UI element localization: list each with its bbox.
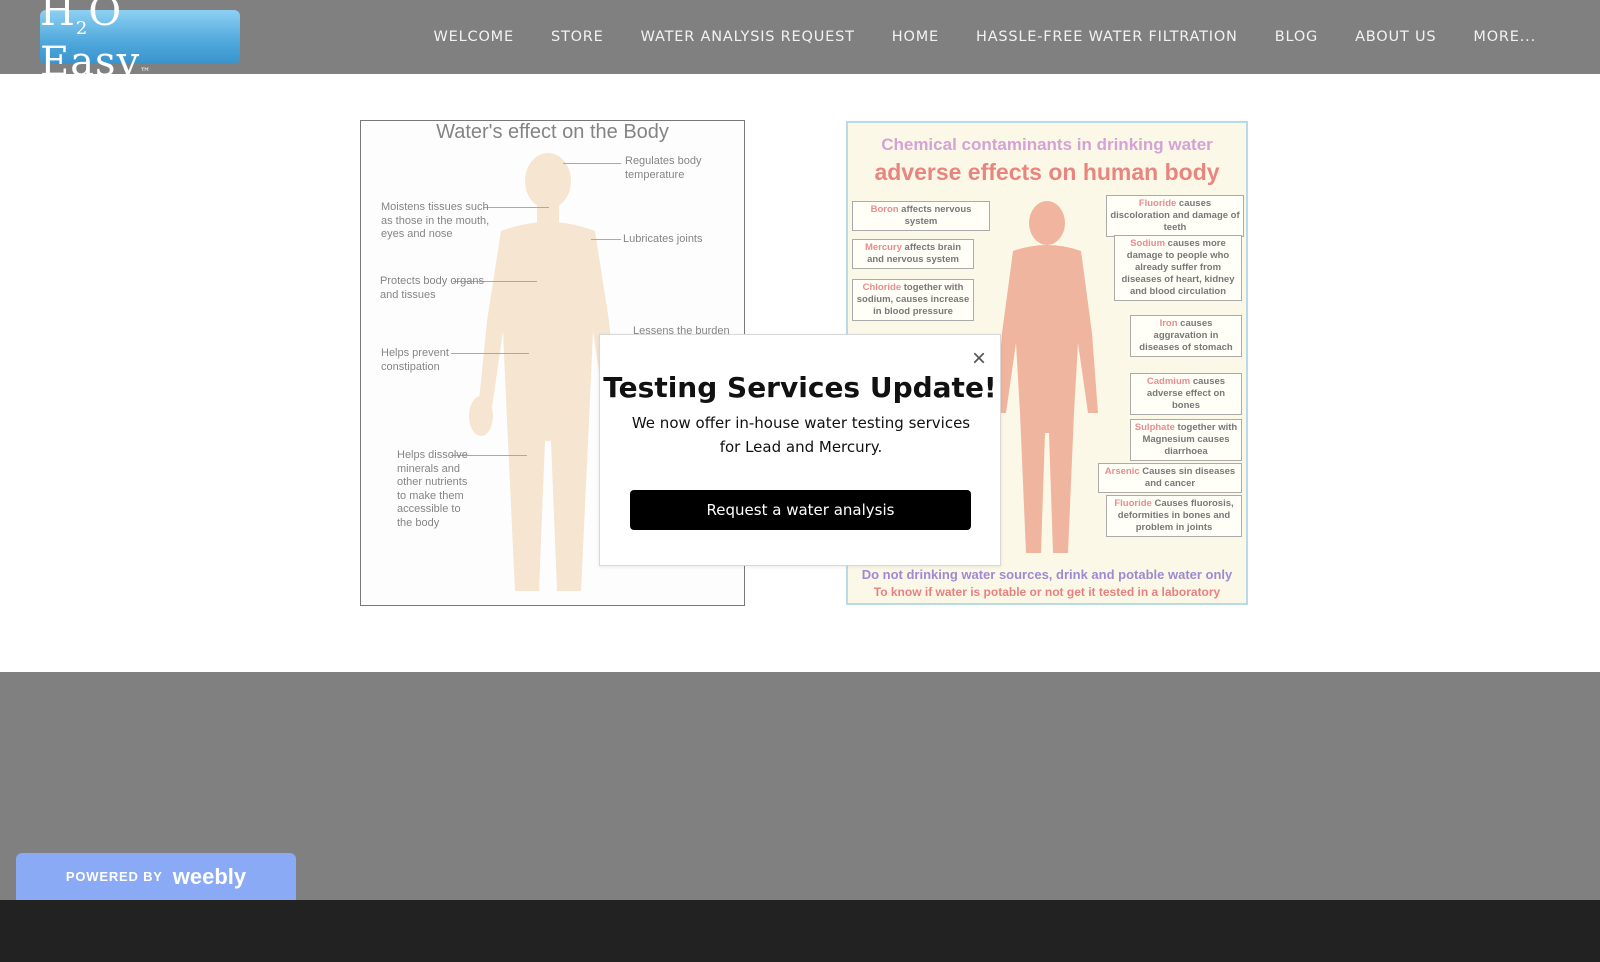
sodium-box: Sodium causes more damage to people who …: [1114, 235, 1242, 301]
pointer-line: [591, 239, 621, 240]
nav-hassle-free-water-filtration[interactable]: HASSLE-FREE WATER FILTRATION: [976, 29, 1238, 45]
label-moistens-tissues: Moistens tissues such as those in the mo…: [381, 201, 490, 240]
logo-text: H2O Easy™: [40, 0, 152, 85]
weebly-logo: weebly: [172, 863, 247, 889]
nav-about-us[interactable]: ABOUT US: [1355, 29, 1436, 45]
popup-title: Testing Services Update!: [603, 371, 997, 404]
fluoride-bones-box: Fluoride Causes fluorosis, deformities i…: [1106, 495, 1242, 537]
mercury-box: Mercury affects brain and nervous system: [852, 239, 974, 269]
main-nav: WELCOME STORE WATER ANALYSIS REQUEST HOM…: [434, 0, 1536, 74]
label-dissolve-minerals: Helps dissolve minerals and other nutrie…: [397, 449, 468, 529]
pointer-line: [451, 353, 529, 354]
pointer-line: [483, 207, 549, 208]
close-icon[interactable]: ×: [972, 347, 986, 371]
sulphate-box: Sulphate together with Magnesium causes …: [1130, 419, 1242, 461]
powered-by-weebly-badge[interactable]: POWERED BY weebly: [16, 853, 296, 900]
testing-services-popup: × Testing Services Update! We now offer …: [599, 334, 1001, 566]
chloride-box: Chloride together with sodium, causes in…: [852, 279, 974, 321]
nav-water-analysis-request[interactable]: WATER ANALYSIS REQUEST: [641, 29, 855, 45]
site-header: H2O Easy™ WELCOME STORE WATER ANALYSIS R…: [0, 0, 1600, 85]
chem-footnote: Do not drinking water sources, drink and…: [861, 567, 1233, 582]
nav-blog[interactable]: BLOG: [1275, 29, 1318, 45]
arsenic-box: Arsenic Causes sin diseases and cancer: [1098, 463, 1242, 493]
nav-more[interactable]: MORE...: [1473, 29, 1536, 45]
nav-home[interactable]: HOME: [892, 29, 939, 45]
label-prevent-constipation: Helps prevent constipation: [381, 347, 449, 373]
label-lubricates-joints: Lubricates joints: [623, 233, 703, 245]
label-regulates-temperature: Regulates body temperature: [625, 155, 702, 181]
request-water-analysis-button[interactable]: Request a water analysis: [630, 490, 971, 530]
iron-box: Iron causes aggravation in diseases of s…: [1130, 315, 1242, 357]
popup-message: We now offer in-house water testing serv…: [631, 414, 971, 456]
label-protects-organs: Protects body organs and tissues: [380, 275, 484, 301]
site-logo[interactable]: H2O Easy™: [40, 0, 240, 85]
powered-by-label: POWERED BY: [65, 869, 163, 884]
fluoride-teeth-box: Fluoride causes discoloration and damage…: [1106, 195, 1244, 237]
footer-bottom-bar: [0, 900, 1600, 962]
cadmium-box: Cadmium causes adverse effect on bones: [1130, 373, 1242, 415]
boron-box: Boron affects nervous system: [852, 201, 990, 231]
chem-footnote-warning: To know if water is potable or not get i…: [873, 585, 1221, 599]
nav-store[interactable]: STORE: [551, 29, 604, 45]
pointer-line: [563, 163, 621, 164]
nav-welcome[interactable]: WELCOME: [434, 29, 514, 45]
